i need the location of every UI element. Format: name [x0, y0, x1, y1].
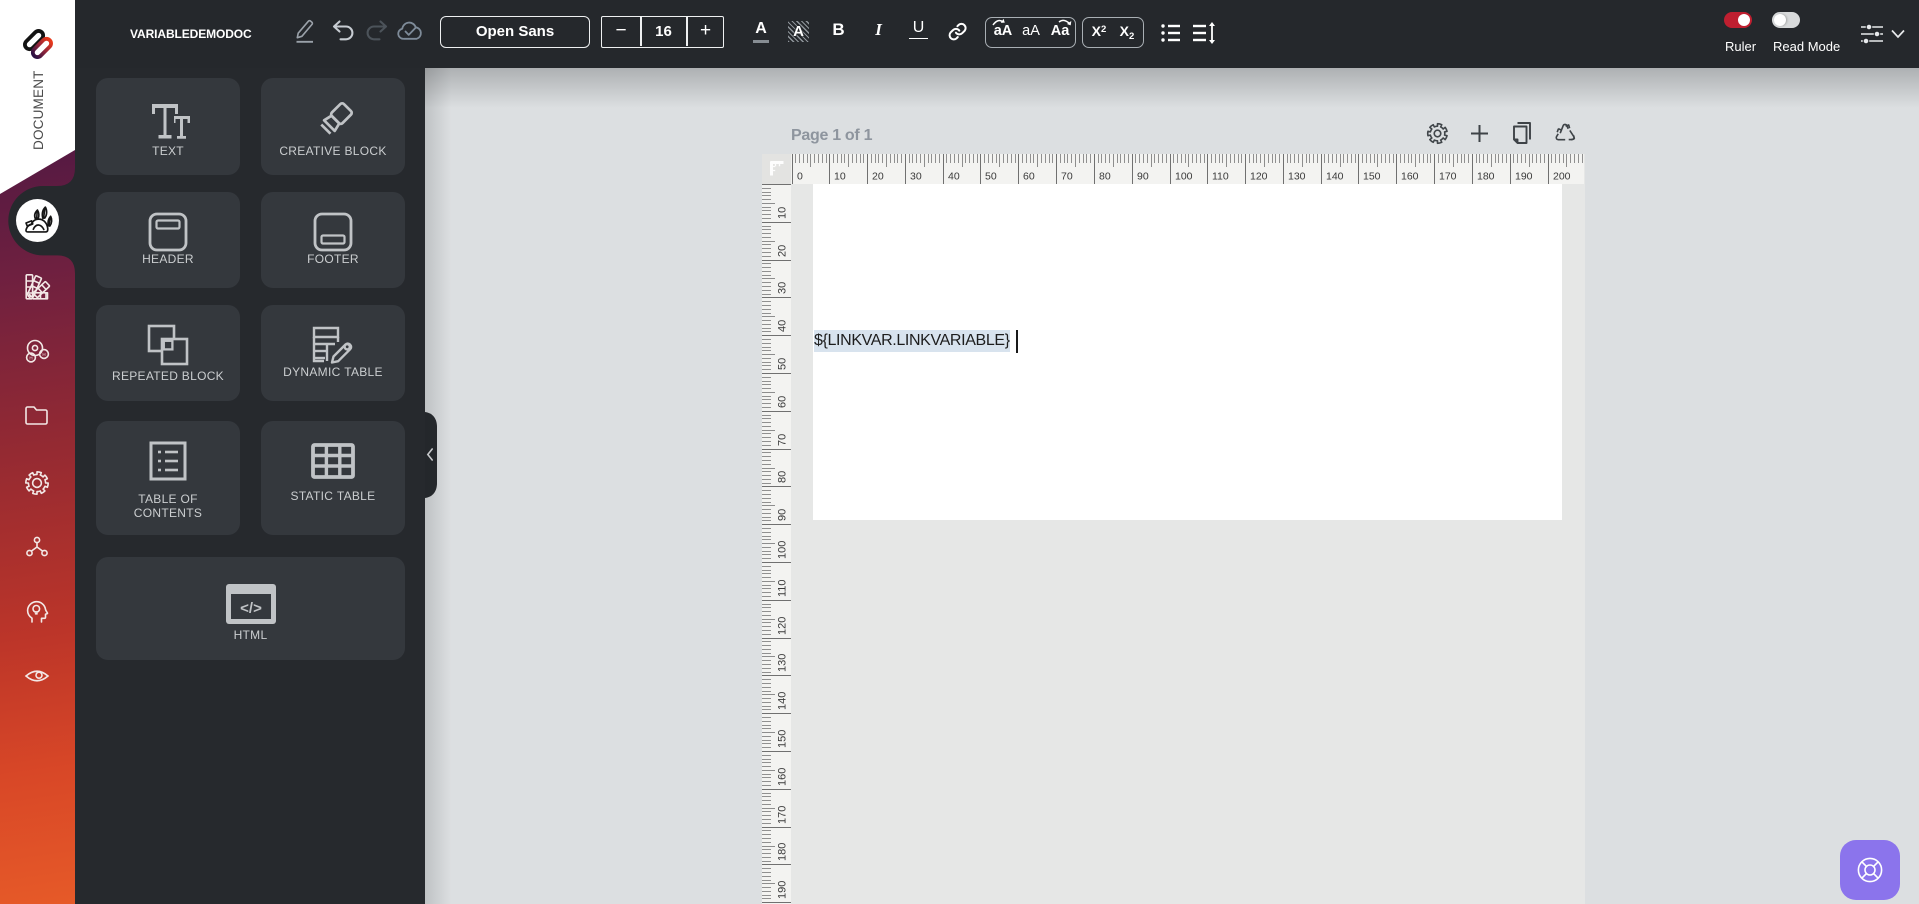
svg-text:40: 40	[777, 320, 789, 332]
svg-text:20: 20	[872, 171, 884, 183]
svg-text:20: 20	[777, 245, 789, 257]
svg-text:0: 0	[797, 171, 803, 183]
svg-text:90: 90	[777, 509, 789, 521]
svg-text:60: 60	[1023, 171, 1035, 183]
svg-text:180: 180	[777, 843, 789, 861]
svg-text:160: 160	[777, 768, 789, 786]
svg-text:30: 30	[910, 171, 922, 183]
svg-text:H: H	[42, 352, 45, 357]
svg-text:140: 140	[777, 692, 789, 710]
svg-text:50: 50	[985, 171, 997, 183]
svg-text:100: 100	[1175, 171, 1193, 183]
svg-text:110: 110	[777, 579, 789, 597]
svg-text:10: 10	[834, 171, 846, 183]
svg-text:150: 150	[777, 730, 789, 748]
svg-text:10: 10	[777, 207, 789, 219]
svg-text:40: 40	[948, 171, 960, 183]
svg-text:H: H	[29, 356, 32, 361]
svg-text:120: 120	[777, 617, 789, 635]
svg-text:200: 200	[1553, 171, 1571, 183]
svg-text:90: 90	[1137, 171, 1149, 183]
svg-text:70: 70	[777, 434, 789, 446]
svg-text:140: 140	[1326, 171, 1344, 183]
svg-text:30: 30	[777, 282, 789, 294]
svg-text:150: 150	[1363, 171, 1381, 183]
svg-text:190: 190	[777, 881, 789, 899]
svg-text:170: 170	[777, 806, 789, 824]
svg-text:120: 120	[1250, 171, 1268, 183]
svg-text:60: 60	[777, 396, 789, 408]
svg-text:</>: </>	[240, 600, 262, 617]
svg-text:160: 160	[1401, 171, 1419, 183]
svg-text:70: 70	[1061, 171, 1073, 183]
svg-text:100: 100	[777, 541, 789, 559]
svg-text:130: 130	[777, 654, 789, 672]
svg-text:110: 110	[1212, 171, 1229, 183]
svg-text:80: 80	[777, 471, 789, 483]
svg-text:180: 180	[1477, 171, 1495, 183]
svg-text:50: 50	[777, 358, 789, 370]
svg-text:80: 80	[1099, 171, 1111, 183]
svg-text:130: 130	[1288, 171, 1306, 183]
svg-text:170: 170	[1439, 171, 1457, 183]
svg-text:190: 190	[1515, 171, 1533, 183]
